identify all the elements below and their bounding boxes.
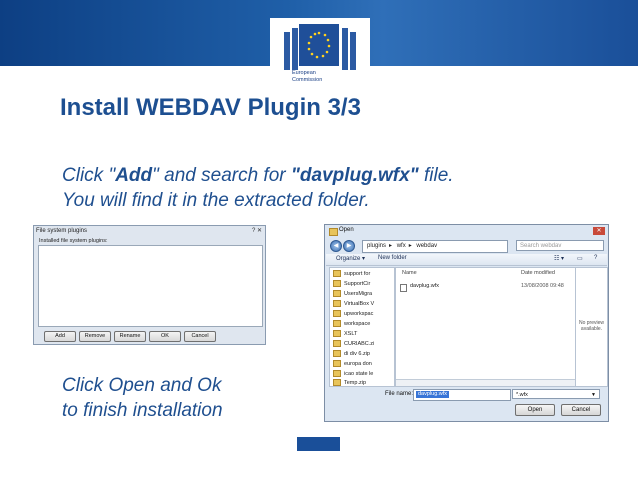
remove-button[interactable]: Remove xyxy=(79,331,111,342)
search-input[interactable]: Search webdav xyxy=(516,240,604,251)
folder-icon xyxy=(329,228,338,236)
folder-icon xyxy=(333,360,341,367)
folder-icon xyxy=(333,270,341,277)
tree-item[interactable]: upworkspac xyxy=(333,310,373,317)
plugins-dialog-title: File system plugins xyxy=(36,228,88,234)
breadcrumb-plugins[interactable]: plugins xyxy=(367,243,386,249)
folder-icon xyxy=(333,330,341,337)
folder-icon xyxy=(333,370,341,377)
tree-item[interactable]: XSLT xyxy=(333,330,357,337)
breadcrumb-wfx[interactable]: wfx xyxy=(397,243,406,249)
tree-item[interactable]: workspace xyxy=(333,320,370,327)
horizontal-scrollbar[interactable] xyxy=(396,379,575,386)
file-icon xyxy=(400,284,407,292)
preview-text: No preview available. xyxy=(578,320,604,332)
file-name-label: File name: xyxy=(385,391,414,397)
folder-icon xyxy=(333,310,341,317)
preview-pane-icon[interactable]: ▭ xyxy=(577,255,583,262)
slide-title: Install WEBDAV Plugin 3/3 xyxy=(60,94,361,121)
folder-tree[interactable]: support for SupportCir UsersMigra Virtua… xyxy=(329,267,395,387)
cancel-button[interactable]: Cancel xyxy=(561,404,601,416)
toolbar: Organize ▾ New folder ☷ ▾ ▭ ? xyxy=(326,254,607,266)
tree-item[interactable]: support for xyxy=(333,270,370,277)
plugins-dialog: File system plugins ? ✕ Installed file s… xyxy=(33,225,266,345)
new-folder-button[interactable]: New folder xyxy=(378,255,407,261)
close-icon[interactable]: ✕ xyxy=(593,227,605,235)
folder-icon xyxy=(333,320,341,327)
window-controls-icon[interactable]: ? ✕ xyxy=(252,227,262,234)
tree-item[interactable]: di div 6.zip xyxy=(333,350,370,357)
add-button[interactable]: Add xyxy=(44,331,76,342)
zip-icon xyxy=(333,379,341,386)
chevron-down-icon: ▼ xyxy=(591,392,596,398)
file-type-select[interactable]: *.wfx ▼ xyxy=(512,389,600,399)
tree-item[interactable]: VirtualBox V xyxy=(333,300,374,307)
logo-caption: European Commission xyxy=(292,70,323,83)
preview-pane: No preview available. xyxy=(575,267,608,387)
tree-item[interactable]: europa don xyxy=(333,360,372,367)
instructions-add: Click "Add" and search for "davplug.wfx"… xyxy=(62,165,454,211)
forward-icon[interactable]: ▶ xyxy=(343,240,355,252)
instructions-open: Click Open and Ok to finish installation xyxy=(62,375,223,421)
file-name-input[interactable]: davplug.wfx xyxy=(413,389,511,401)
eu-flag-building-icon xyxy=(284,24,356,70)
views-icon[interactable]: ☷ ▾ xyxy=(554,255,564,262)
open-dialog: Open ✕ ◀ ▶ plugins ▸ wfx ▸ webdav Search w… xyxy=(324,224,609,422)
cancel-button[interactable]: Cancel xyxy=(184,331,216,342)
rename-button[interactable]: Rename xyxy=(114,331,146,342)
zip-icon xyxy=(333,340,341,347)
breadcrumb-webdav[interactable]: webdav xyxy=(416,243,437,249)
plugins-list[interactable] xyxy=(38,245,263,327)
folder-icon xyxy=(333,280,341,287)
ok-button[interactable]: OK xyxy=(149,331,181,342)
back-icon[interactable]: ◀ xyxy=(330,240,342,252)
tree-item[interactable]: CURIABC.zi xyxy=(333,340,374,347)
tree-item[interactable]: SupportCir xyxy=(333,280,370,287)
organize-menu[interactable]: Organize ▾ xyxy=(336,255,365,262)
tree-item[interactable]: Temp.zip xyxy=(333,379,366,386)
tree-item[interactable]: icao state le xyxy=(333,370,373,377)
folder-icon xyxy=(333,290,341,297)
folder-icon xyxy=(333,300,341,307)
zip-icon xyxy=(333,350,341,357)
file-row[interactable]: davplug.wfx 13/08/2008 09:48 xyxy=(398,283,573,292)
address-bar[interactable]: plugins ▸ wfx ▸ webdav xyxy=(362,240,508,253)
plugins-list-label: Installed file system plugins: xyxy=(39,238,108,244)
footer-bar xyxy=(297,437,340,451)
column-date-modified[interactable]: Date modified xyxy=(521,270,555,276)
open-button[interactable]: Open xyxy=(515,404,555,416)
column-name[interactable]: Name xyxy=(402,270,417,276)
file-list[interactable]: Name Date modified davplug.wfx 13/08/200… xyxy=(395,267,576,387)
open-dialog-title: Open xyxy=(339,227,354,233)
help-icon[interactable]: ? xyxy=(594,255,597,261)
tree-item[interactable]: UsersMigra xyxy=(333,290,372,297)
